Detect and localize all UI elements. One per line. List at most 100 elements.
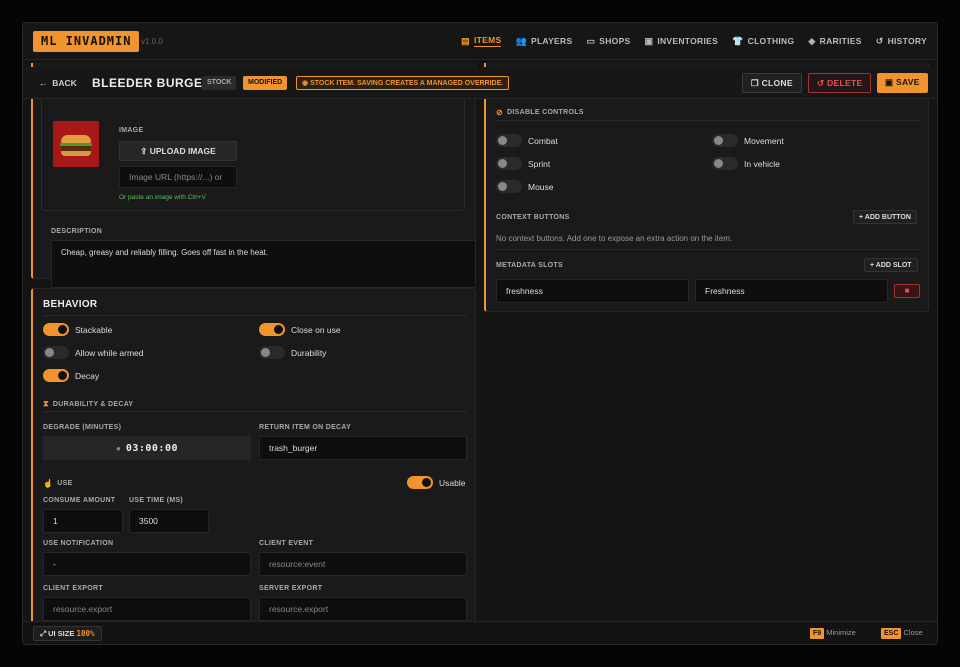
app-logo: ML INVADMIN xyxy=(33,31,140,52)
top-bar: ML INVADMIN v1.0.0 ▤ ITEMS 👥 PLAYERS ▭ SHOP… xyxy=(23,23,937,60)
usable-toggle[interactable] xyxy=(407,476,433,489)
decay-toggle[interactable] xyxy=(43,369,69,382)
version-label: v1.0.0 xyxy=(141,37,163,46)
esc-key: ESC xyxy=(881,628,902,639)
metadata-key-input[interactable]: freshness xyxy=(496,279,689,303)
degrade-label: DEGRADE (MINUTES) xyxy=(43,424,122,431)
app-window: ML INVADMIN v1.0.0 ▤ ITEMS 👥 PLAYERS ▭ SHOP… xyxy=(22,22,938,645)
use-notification-label: USE NOTIFICATION xyxy=(43,540,114,547)
allow-while-armed-toggle[interactable] xyxy=(43,346,69,359)
server-export-label: SERVER EXPORT xyxy=(259,585,323,592)
history-icon: ↺ xyxy=(875,35,884,46)
f9-key: F9 xyxy=(810,628,825,639)
stackable-label: Stackable xyxy=(75,325,113,335)
client-event-label: CLIENT EVENT xyxy=(259,540,314,547)
floppy-icon: ▣ xyxy=(885,77,894,87)
description-textarea[interactable]: Cheap, greasy and reliably filling. Goes… xyxy=(51,240,476,288)
combat-toggle[interactable] xyxy=(496,134,522,147)
allow-while-armed-label: Allow while armed xyxy=(75,348,144,358)
decay-label: Decay xyxy=(75,371,100,381)
in-vehicle-toggle[interactable] xyxy=(712,157,738,170)
return-item-input[interactable]: trash_burger xyxy=(259,436,467,460)
nav-clothing[interactable]: 👕 CLOTHING xyxy=(732,23,794,59)
plus-icon: + xyxy=(870,262,875,269)
stackable-toggle[interactable] xyxy=(43,323,69,336)
degrade-input[interactable]: ● 03:00:00 xyxy=(43,436,251,460)
hourglass-icon: ⧗ xyxy=(43,399,49,408)
footer-bar: ⤢ UI SIZE 100% F9 Minimize ESC Close xyxy=(23,621,937,644)
metadata-slots-label: METADATA SLOTS xyxy=(496,262,563,269)
clothing-icon: 👕 xyxy=(732,35,744,46)
image-label: IMAGE xyxy=(119,127,144,134)
behavior-panel: BEHAVIOR Stackable Close on use Allow wh… xyxy=(31,288,476,622)
clone-button[interactable]: ❐ CLONE xyxy=(742,73,802,93)
players-icon: 👥 xyxy=(515,35,527,46)
ban-icon: ⊘ xyxy=(496,108,504,117)
add-context-button[interactable]: + ADD BUTTON xyxy=(853,210,917,224)
burger-icon xyxy=(61,135,91,143)
add-slot-button[interactable]: + ADD SLOT xyxy=(864,258,918,272)
copy-icon: ❐ xyxy=(751,78,759,88)
consume-amount-label: CONSUME AMOUNT xyxy=(43,497,116,504)
use-time-input[interactable]: 3500 xyxy=(129,509,209,533)
image-box xyxy=(41,93,465,211)
close-on-use-label: Close on use xyxy=(291,325,341,335)
combat-label: Combat xyxy=(528,136,558,146)
durability-decay-header: ⧗ DURABILITY & DECAY xyxy=(43,399,134,408)
client-export-label: CLIENT EXPORT xyxy=(43,585,103,592)
mouse-label: Mouse xyxy=(528,182,554,192)
behavior-title: BEHAVIOR xyxy=(43,299,98,310)
delete-slot-button[interactable]: ■ xyxy=(894,284,920,298)
metadata-label-input[interactable]: Freshness xyxy=(695,279,888,303)
upload-icon: ⇪ xyxy=(140,146,148,156)
stack-icon: ◉ xyxy=(302,80,309,87)
description-label: DESCRIPTION xyxy=(51,228,103,235)
durability-toggle[interactable] xyxy=(259,346,285,359)
sprint-label: Sprint xyxy=(528,159,551,169)
nav-players[interactable]: 👥 PLAYERS xyxy=(515,23,572,59)
use-notification-input[interactable]: - xyxy=(43,552,251,576)
upload-image-button[interactable]: ⇪ UPLOAD IMAGE xyxy=(119,141,237,161)
nav-items[interactable]: ▤ ITEMS xyxy=(461,23,502,59)
server-export-input[interactable]: resource.export xyxy=(259,597,467,621)
context-buttons-label: CONTEXT BUTTONS xyxy=(496,214,570,221)
nav-history[interactable]: ↺ HISTORY xyxy=(876,23,927,59)
minimize-hint: F9 Minimize xyxy=(810,628,856,639)
inventories-icon: ▣ xyxy=(644,35,654,46)
items-icon: ▤ xyxy=(461,35,470,46)
sprint-toggle[interactable] xyxy=(496,157,522,170)
close-on-use-toggle[interactable] xyxy=(259,323,285,336)
nav-inventories[interactable]: ▣ INVENTORIES xyxy=(645,23,719,59)
hand-icon: ☝ xyxy=(43,479,54,488)
use-time-label: USE TIME (MS) xyxy=(129,497,184,504)
nav-rarities[interactable]: ◈ RARITIES xyxy=(808,23,861,59)
movement-toggle[interactable] xyxy=(712,134,738,147)
ui-size-control[interactable]: ⤢ UI SIZE 100% xyxy=(33,626,102,641)
usable-label: Usable xyxy=(439,478,466,488)
nav-shops[interactable]: ▭ SHOPS xyxy=(586,23,630,59)
paste-hint: Or paste an image with Ctrl+V xyxy=(119,194,206,201)
client-export-input[interactable]: resource.export xyxy=(43,597,251,621)
image-url-input[interactable]: Image URL (https://...) or xyxy=(119,166,237,188)
save-button[interactable]: ▣ SAVE xyxy=(877,73,928,93)
rarities-icon: ◈ xyxy=(808,35,816,46)
disable-controls-header: ⊘ DISABLE CONTROLS xyxy=(496,108,584,117)
trash-icon: ■ xyxy=(904,286,910,295)
stock-badge: STOCK xyxy=(202,76,237,90)
delete-button[interactable]: ↺ DELETE xyxy=(808,73,872,93)
movement-label: Movement xyxy=(744,136,784,146)
item-title: BLEEDER BURGER xyxy=(92,76,212,90)
item-thumbnail xyxy=(53,121,99,167)
back-button[interactable]: ← BACK xyxy=(39,78,77,88)
mouse-toggle[interactable] xyxy=(496,180,522,193)
use-header: ☝ USE xyxy=(43,479,73,488)
client-event-input[interactable]: resource:event xyxy=(259,552,467,576)
plus-icon: + xyxy=(859,214,864,221)
close-hint: ESC Close xyxy=(881,628,923,639)
in-vehicle-label: In vehicle xyxy=(744,159,780,169)
consume-amount-input[interactable]: 1 xyxy=(43,509,123,533)
override-warning: ◉ STOCK ITEM. SAVING CREATES A MANAGED O… xyxy=(296,76,510,90)
controls-panel: ⊘ DISABLE CONTROLS Combat Movement Sprint… xyxy=(484,63,929,312)
resize-icon: ⤢ xyxy=(40,629,46,638)
item-header: ← BACK BLEEDER BURGER STOCK MODIFIED ◉ S… xyxy=(23,67,937,99)
